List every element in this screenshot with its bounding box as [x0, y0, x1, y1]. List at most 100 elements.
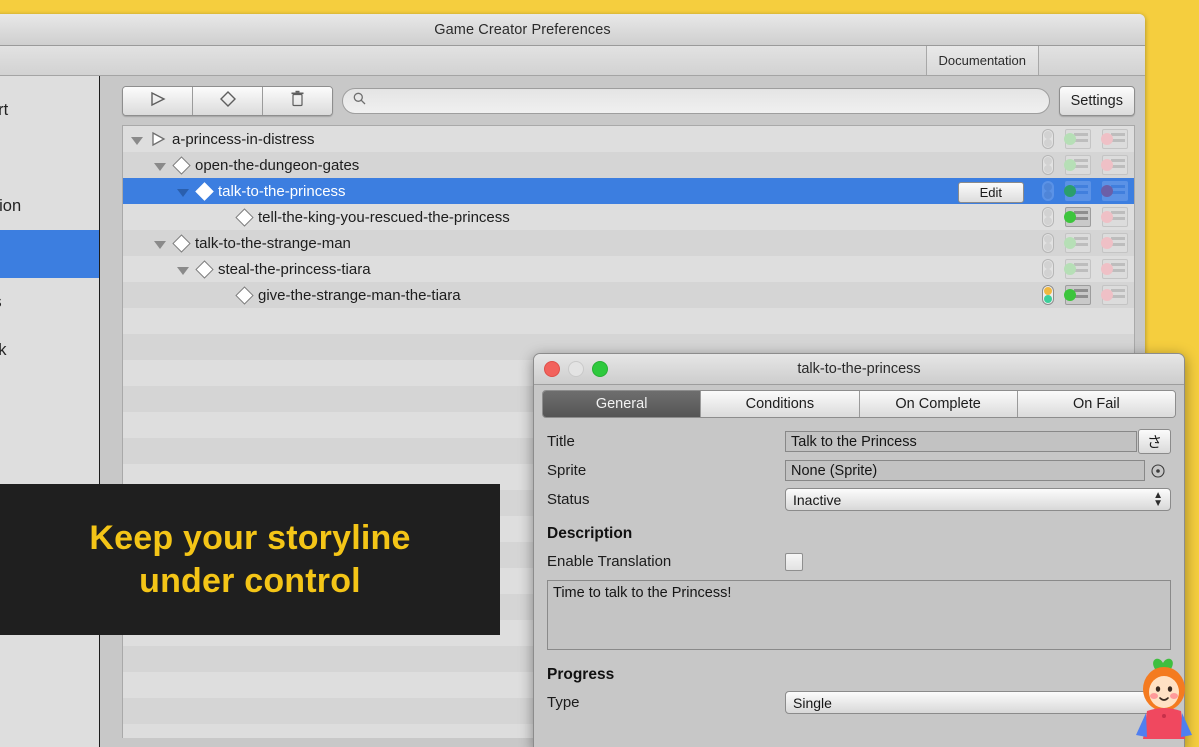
- sidebar-item-quickstart[interactable]: Quickstart: [0, 86, 99, 134]
- chevron-placeholder-icon: [217, 211, 230, 224]
- on-complete-icon[interactable]: [1064, 155, 1091, 175]
- quest-name: give-the-strange-man-the-tiara: [258, 286, 461, 304]
- on-fail-icon[interactable]: [1101, 129, 1128, 149]
- traffic-light-icon[interactable]: [1042, 233, 1054, 253]
- sidebar-item-feedback[interactable]: Feedback: [0, 326, 99, 374]
- traffic-light-icon[interactable]: [1042, 181, 1054, 201]
- delete-button[interactable]: [263, 87, 332, 115]
- on-complete-icon[interactable]: [1064, 181, 1091, 201]
- traffic-light-icon[interactable]: [1042, 155, 1054, 175]
- trash-icon: [290, 90, 305, 112]
- table-row[interactable]: open-the-dungeon-gates: [123, 152, 1134, 178]
- tab-on-complete[interactable]: On Complete: [859, 391, 1018, 417]
- target-select-icon[interactable]: [1145, 463, 1171, 478]
- description-textarea[interactable]: Time to talk to the Princess!: [547, 580, 1171, 650]
- sidebar-item-label: Quickstart: [0, 100, 9, 119]
- on-fail-icon[interactable]: [1101, 207, 1128, 227]
- status-label: Status: [547, 491, 590, 508]
- translate-icon[interactable]: さ: [1138, 429, 1171, 454]
- status-value: Inactive: [793, 491, 842, 508]
- traffic-light-icon[interactable]: [1042, 285, 1054, 305]
- on-fail-icon[interactable]: [1101, 181, 1128, 201]
- progress-heading: Progress: [547, 666, 615, 683]
- screen-root: Game Creator Preferences Documentation Q…: [0, 0, 1199, 747]
- table-row[interactable]: give-the-strange-man-the-tiara: [123, 282, 1134, 308]
- sidebar-item-localization[interactable]: Localization: [0, 182, 99, 230]
- add-task-button[interactable]: [193, 87, 263, 115]
- search-field[interactable]: [342, 88, 1050, 114]
- traffic-light-icon[interactable]: [1042, 207, 1054, 227]
- field-row-sprite: Sprite None (Sprite): [547, 456, 1171, 485]
- chevron-down-icon[interactable]: [154, 159, 167, 172]
- traffic-light-icon[interactable]: [1042, 259, 1054, 279]
- on-fail-icon[interactable]: [1101, 155, 1128, 175]
- tab-conditions[interactable]: Conditions: [701, 391, 860, 417]
- task-diamond-icon: [234, 207, 254, 227]
- chevron-updown-icon: ▲ ▼: [1153, 692, 1163, 712]
- settings-button[interactable]: Settings: [1058, 86, 1135, 116]
- progress-type-dropdown[interactable]: Single ▲ ▼: [785, 691, 1171, 714]
- chevron-down-icon[interactable]: [154, 237, 167, 250]
- on-complete-icon[interactable]: [1064, 233, 1091, 253]
- row-status-icons: [1042, 230, 1128, 256]
- chevron-down-icon[interactable]: [177, 263, 190, 276]
- sidebar-item-quests[interactable]: Quests: [0, 230, 99, 278]
- table-row[interactable]: steal-the-princess-tiara: [123, 256, 1134, 282]
- task-inspector-dialog: talk-to-the-princess General Conditions …: [533, 353, 1185, 747]
- field-row-status: Status Inactive ▲ ▼: [547, 485, 1171, 514]
- enable-translation-label: Enable Translation: [547, 553, 672, 570]
- dialog-titlebar[interactable]: talk-to-the-princess: [534, 354, 1184, 385]
- field-row-title: Title Talk to the Princess さ: [547, 427, 1171, 456]
- tab-documentation[interactable]: Documentation: [925, 46, 1039, 75]
- row-status-icons: [1042, 282, 1128, 308]
- progress-type-value: Single: [793, 694, 832, 711]
- sidebar-item-variables[interactable]: Variables: [0, 278, 99, 326]
- on-fail-icon[interactable]: [1101, 233, 1128, 253]
- row-status-icons: [1042, 178, 1128, 204]
- quest-name: open-the-dungeon-gates: [195, 156, 360, 174]
- task-diamond-icon: [171, 233, 191, 253]
- enable-translation-checkbox[interactable]: [785, 552, 803, 571]
- on-fail-icon[interactable]: [1101, 259, 1128, 279]
- promo-line-1: Keep your storyline: [89, 519, 411, 557]
- on-complete-icon[interactable]: [1064, 285, 1091, 305]
- table-row[interactable]: a-princess-in-distress: [123, 126, 1134, 152]
- table-row[interactable]: talk-to-the-princess Edit: [123, 178, 1134, 204]
- row-status-icons: [1042, 204, 1128, 230]
- on-complete-icon[interactable]: [1064, 207, 1091, 227]
- dialog-body: Title Talk to the Princess さ Sprite None…: [534, 418, 1184, 717]
- chevron-down-icon[interactable]: [131, 133, 144, 146]
- sidebar-item-general[interactable]: General: [0, 134, 99, 182]
- description-heading: Description: [547, 525, 633, 542]
- sprite-object-field[interactable]: None (Sprite): [785, 460, 1145, 481]
- sidebar-item-label: Feedback: [0, 340, 7, 359]
- documentation-tabstrip: Documentation: [0, 46, 1145, 76]
- table-row[interactable]: talk-to-the-strange-man: [123, 230, 1134, 256]
- quest-name: steal-the-princess-tiara: [218, 260, 371, 278]
- search-input[interactable]: [373, 92, 1039, 110]
- window-titlebar: Game Creator Preferences: [0, 14, 1145, 46]
- add-quest-button[interactable]: [123, 87, 193, 115]
- row-status-icons: [1042, 256, 1128, 282]
- row-status-icons: [1042, 126, 1128, 152]
- dialog-tabs: General Conditions On Complete On Fail: [542, 390, 1176, 418]
- chevron-down-icon[interactable]: [177, 185, 190, 198]
- table-row[interactable]: tell-the-king-you-rescued-the-princess: [123, 204, 1134, 230]
- field-row-progress-type: Type Single ▲ ▼: [547, 688, 1171, 717]
- chevron-updown-icon: ▲ ▼: [1153, 489, 1163, 509]
- quest-action-buttons: [122, 86, 333, 116]
- title-input[interactable]: Talk to the Princess: [785, 431, 1137, 452]
- task-diamond-icon: [194, 181, 214, 201]
- sidebar: Quickstart General Localization Quests V…: [0, 76, 100, 747]
- progress-type-label: Type: [547, 694, 580, 711]
- tab-general[interactable]: General: [543, 391, 702, 417]
- on-complete-icon[interactable]: [1064, 259, 1091, 279]
- edit-button[interactable]: Edit: [957, 182, 1024, 203]
- on-fail-icon[interactable]: [1101, 285, 1128, 305]
- dialog-title: talk-to-the-princess: [797, 361, 921, 377]
- traffic-light-icon[interactable]: [1042, 129, 1054, 149]
- on-complete-icon[interactable]: [1064, 129, 1091, 149]
- tab-on-fail[interactable]: On Fail: [1017, 391, 1175, 417]
- status-dropdown[interactable]: Inactive ▲ ▼: [785, 488, 1171, 511]
- promo-banner: Keep your storyline under control: [0, 484, 500, 635]
